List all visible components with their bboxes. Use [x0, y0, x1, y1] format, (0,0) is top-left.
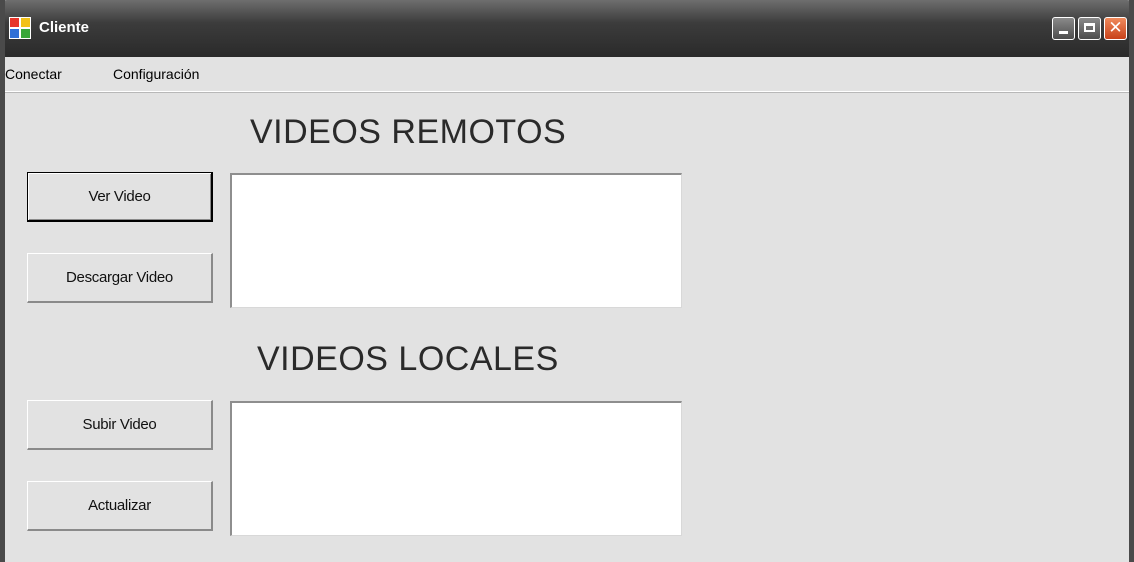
upload-video-button[interactable]: Subir Video	[27, 400, 213, 450]
maximize-button[interactable]	[1078, 17, 1101, 40]
window-title: Cliente	[39, 19, 90, 36]
menu-bar: Conectar Configuración	[5, 57, 1129, 92]
main-window: Cliente ✕ Conectar Configuración VIDEOS …	[0, 0, 1134, 562]
title-bar[interactable]: Cliente ✕	[5, 0, 1129, 57]
refresh-button[interactable]: Actualizar	[27, 481, 213, 531]
download-video-button[interactable]: Descargar Video	[27, 253, 213, 303]
minimize-button[interactable]	[1052, 17, 1075, 40]
local-videos-list[interactable]	[230, 401, 682, 536]
close-button[interactable]: ✕	[1104, 17, 1127, 40]
view-video-button[interactable]: Ver Video	[27, 172, 213, 222]
app-window-icon	[9, 17, 31, 39]
remote-videos-list[interactable]	[230, 173, 682, 308]
local-videos-heading: VIDEOS LOCALES	[257, 340, 559, 378]
maximize-icon	[1084, 23, 1095, 32]
minimize-icon	[1059, 31, 1068, 34]
close-icon: ✕	[1108, 18, 1123, 38]
remote-videos-heading: VIDEOS REMOTOS	[250, 113, 567, 151]
menu-item-conectar[interactable]: Conectar	[5, 66, 62, 82]
menu-item-configuracion[interactable]: Configuración	[113, 66, 199, 82]
